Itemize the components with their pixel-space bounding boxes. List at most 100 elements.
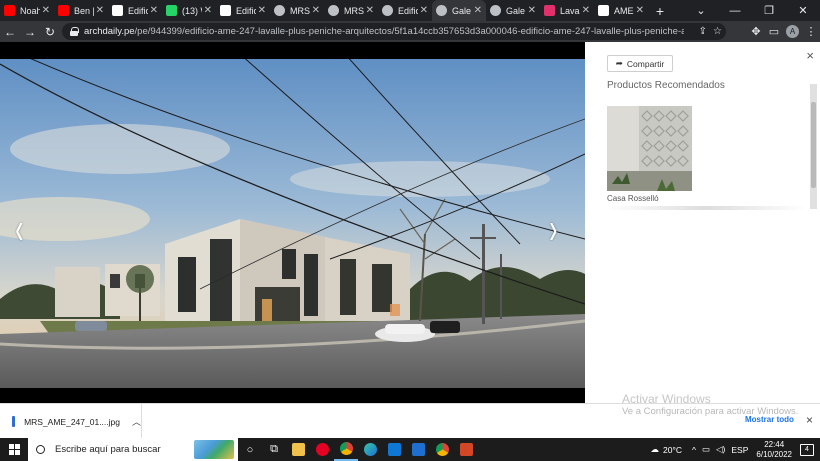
- share-button[interactable]: ➦ Compartir: [607, 55, 673, 72]
- divider: [607, 206, 807, 210]
- browser-tab[interactable]: Gale ✕: [486, 0, 540, 21]
- volume-icon[interactable]: ◁): [716, 444, 725, 455]
- menu-kebab-icon[interactable]: ⋮: [802, 25, 820, 38]
- maximize-button[interactable]: ❐: [752, 0, 786, 21]
- start-button[interactable]: [0, 438, 28, 461]
- search-icon: [36, 445, 45, 454]
- chrome-icon[interactable]: [334, 438, 358, 461]
- share-label: Compartir: [626, 58, 665, 69]
- youtube-icon: [58, 5, 69, 16]
- gallery-sidebar: × ➦ Compartir Productos Recomendados Cas…: [585, 42, 820, 406]
- close-tab-icon[interactable]: ✕: [204, 5, 212, 16]
- browser-tab[interactable]: (13) W✕: [162, 0, 216, 21]
- avatar[interactable]: A: [786, 25, 799, 38]
- close-tab-icon[interactable]: ✕: [582, 5, 590, 16]
- clock[interactable]: 22:44 6/10/2022: [756, 440, 792, 460]
- search-placeholder: Escribe aquí para buscar: [55, 444, 161, 455]
- close-tab-icon[interactable]: ✕: [528, 5, 536, 16]
- pinterest-icon[interactable]: [310, 438, 334, 461]
- address-bar[interactable]: archdaily.pe/pe/944399/edificio-ame-247-…: [62, 23, 726, 40]
- close-tab-icon[interactable]: ✕: [42, 5, 50, 16]
- extensions-icon[interactable]: ✥: [747, 25, 765, 38]
- sidebar-scrollbar[interactable]: [810, 84, 817, 209]
- tab-title: Noah: [20, 5, 40, 16]
- clock-time: 22:44: [764, 439, 785, 449]
- cortana-icon[interactable]: ○: [238, 438, 262, 461]
- network-icon[interactable]: ▭: [702, 444, 710, 455]
- edge-icon[interactable]: [358, 438, 382, 461]
- globe-icon: [274, 5, 285, 16]
- chevron-down-icon[interactable]: ⌄: [684, 0, 718, 21]
- taskbar-search[interactable]: Escribe aquí para buscar: [28, 438, 238, 461]
- close-tab-icon[interactable]: ✕: [420, 5, 428, 16]
- reload-button[interactable]: ↻: [40, 21, 60, 42]
- close-tab-icon[interactable]: ✕: [96, 5, 104, 16]
- tab-title: (13) W: [182, 5, 202, 16]
- browser-tab[interactable]: Ben | ✕: [54, 0, 108, 21]
- close-download-bar-button[interactable]: ×: [806, 413, 813, 427]
- loading-icon: [382, 5, 393, 16]
- tab-title: Ben |: [74, 5, 94, 16]
- globe-icon: [328, 5, 339, 16]
- back-button[interactable]: ←: [0, 21, 20, 42]
- product-name[interactable]: Casa Rosselló: [607, 194, 659, 203]
- browser-tab[interactable]: MRS ✕: [324, 0, 378, 21]
- bookmark-star-icon[interactable]: ☆: [713, 26, 722, 37]
- share-page-icon[interactable]: ⇪: [699, 26, 707, 37]
- archdaily-icon: [112, 5, 123, 16]
- close-window-button[interactable]: ✕: [786, 0, 820, 21]
- sidebar-toggle-icon[interactable]: ▭: [765, 25, 783, 38]
- tab-title: Gale: [452, 5, 472, 16]
- chevron-up-icon[interactable]: ︿: [132, 415, 141, 428]
- mail-icon[interactable]: [382, 438, 406, 461]
- forward-button[interactable]: →: [20, 21, 40, 42]
- new-tab-button[interactable]: +: [648, 0, 672, 21]
- close-tab-icon[interactable]: ✕: [474, 5, 482, 16]
- task-view-icon[interactable]: ⧉: [262, 438, 286, 461]
- windows-logo-icon: [8, 444, 20, 455]
- download-bar: MRS_AME_247_01....jpg ︿ Ve a Configuraci…: [0, 403, 820, 439]
- close-tab-icon[interactable]: ✕: [258, 5, 266, 16]
- browser-tab[interactable]: Edific✕: [378, 0, 432, 21]
- url-host: archdaily.pe: [84, 26, 135, 37]
- browser-tab[interactable]: Gale ✕: [432, 0, 486, 21]
- previous-photo-button[interactable]: ‹: [15, 207, 23, 251]
- whatsapp-icon: [166, 5, 177, 16]
- share-arrow-icon: ➦: [615, 58, 623, 68]
- powerpoint-icon[interactable]: [454, 438, 478, 461]
- close-tab-icon[interactable]: ✕: [366, 5, 374, 16]
- tray-overflow-icon[interactable]: ^: [692, 445, 696, 455]
- browser-tab[interactable]: Noah ✕: [0, 0, 54, 21]
- browser-toolbar: ← → ↻ archdaily.pe/pe/944399/edificio-am…: [0, 21, 820, 42]
- system-tray: ☁ 20°C ^ ▭ ◁) ESP 22:44 6/10/2022 4: [650, 438, 820, 461]
- close-tab-icon[interactable]: ✕: [636, 5, 644, 16]
- tab-title: AME: [614, 5, 634, 16]
- next-photo-button[interactable]: ›: [549, 207, 557, 251]
- show-all-downloads-link[interactable]: Mostrar todo: [745, 415, 794, 424]
- browser-tab[interactable]: Lava ✕: [540, 0, 594, 21]
- globe-icon: [490, 5, 501, 16]
- youtube-icon: [4, 5, 15, 16]
- close-tab-icon[interactable]: ✕: [150, 5, 158, 16]
- chrome-profile-icon[interactable]: [430, 438, 454, 461]
- product-thumbnail[interactable]: [607, 106, 692, 191]
- browser-tab[interactable]: MRS ✕: [270, 0, 324, 21]
- file-explorer-icon[interactable]: [286, 438, 310, 461]
- close-sidebar-button[interactable]: ×: [806, 48, 814, 63]
- tab-title: MRS: [344, 5, 364, 16]
- tab-title: Gale: [506, 5, 526, 16]
- recommended-products-title: Productos Recomendados: [607, 80, 725, 91]
- minimize-button[interactable]: —: [718, 0, 752, 21]
- url-text[interactable]: archdaily.pe/pe/944399/edificio-ame-247-…: [84, 26, 684, 37]
- close-tab-icon[interactable]: ✕: [312, 5, 320, 16]
- language-indicator[interactable]: ESP: [731, 445, 748, 455]
- browser-tab[interactable]: AME ✕: [594, 0, 648, 21]
- browser-tab[interactable]: Edific✕: [108, 0, 162, 21]
- download-item[interactable]: MRS_AME_247_01....jpg ︿: [0, 404, 142, 439]
- archdaily-icon: [598, 5, 609, 16]
- browser-tab[interactable]: Edific✕: [216, 0, 270, 21]
- archdaily-icon: [220, 5, 231, 16]
- notifications-icon[interactable]: 4: [800, 443, 814, 456]
- weather-widget[interactable]: ☁ 20°C: [650, 444, 682, 455]
- app-store-icon[interactable]: [406, 438, 430, 461]
